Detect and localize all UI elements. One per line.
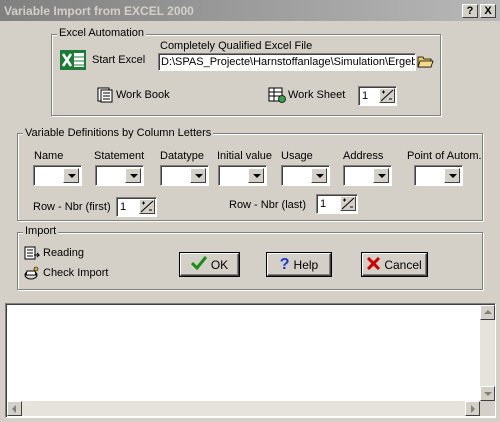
workbook-label[interactable]: Work Book	[116, 89, 170, 101]
chevron-down-icon[interactable]	[373, 168, 389, 183]
worksheet-spinner[interactable]: 1	[358, 86, 397, 106]
reading-icon[interactable]	[24, 246, 41, 261]
row-last-label: Row - Nbr (last)	[229, 199, 307, 211]
spin-up-down-icon[interactable]	[139, 199, 155, 214]
excel-icon[interactable]	[60, 50, 86, 70]
column-label-usage: Usage	[281, 150, 313, 162]
row-first-label: Row - Nbr (first)	[33, 201, 111, 213]
excel-automation-label: Excel Automation	[57, 27, 146, 39]
column-label-datatype: Datatype	[160, 150, 205, 162]
column-label-point-of-autom: Point of Autom.	[407, 150, 482, 162]
scroll-left-icon[interactable]	[7, 401, 22, 416]
usage-column-select[interactable]	[281, 165, 330, 186]
x-icon	[367, 256, 381, 273]
cancel-button[interactable]: Cancel	[362, 253, 427, 276]
question-mark-icon: ?	[279, 255, 290, 273]
file-path-value: D:\SPAS_Projecte\Harnstoffanlage\Simulat…	[161, 56, 415, 68]
chevron-down-icon[interactable]	[248, 168, 264, 183]
title-close-button[interactable]: X	[480, 4, 496, 18]
row-first-spinner[interactable]: 1	[116, 197, 157, 217]
worksheet-icon[interactable]	[268, 86, 286, 104]
horizontal-scrollbar[interactable]	[7, 401, 480, 416]
scroll-up-icon[interactable]	[480, 305, 495, 320]
help-button[interactable]: ? Help	[267, 253, 331, 276]
worksheet-value: 1	[362, 90, 369, 102]
checkmark-icon	[190, 256, 207, 273]
row-first-value: 1	[120, 201, 127, 213]
variable-definitions-label: Variable Definitions by Column Letters	[23, 127, 214, 139]
scroll-down-icon[interactable]	[480, 386, 495, 401]
ok-button-label: OK	[210, 257, 229, 272]
import-label: Import	[23, 225, 59, 237]
statement-column-select[interactable]	[95, 165, 144, 186]
chevron-down-icon[interactable]	[190, 168, 206, 183]
column-label-address: Address	[343, 150, 384, 162]
start-excel-label[interactable]: Start Excel	[92, 54, 145, 66]
point-of-autom-column-select[interactable]	[414, 165, 463, 186]
reading-label[interactable]: Reading	[43, 247, 84, 259]
chevron-down-icon[interactable]	[444, 168, 460, 183]
scrollbar-corner	[480, 401, 495, 416]
scroll-right-icon[interactable]	[465, 401, 480, 416]
name-column-select[interactable]	[33, 165, 82, 186]
column-label-statement: Statement	[94, 150, 145, 162]
check-import-label[interactable]: Check Import	[43, 267, 108, 279]
ok-button[interactable]: OK	[180, 253, 239, 276]
column-label-name: Name	[34, 150, 64, 162]
cancel-button-label: Cancel	[384, 257, 422, 272]
chevron-down-icon[interactable]	[63, 168, 79, 183]
file-path-label: Completely Qualified Excel File	[160, 40, 313, 52]
file-path-input[interactable]: D:\SPAS_Projecte\Harnstoffanlage\Simulat…	[158, 53, 416, 71]
window-title: Variable Import from EXCEL 2000	[4, 4, 194, 18]
row-last-value: 1	[320, 198, 327, 210]
initial-value-column-select[interactable]	[218, 165, 267, 186]
worksheet-label[interactable]: Work Sheet	[288, 89, 345, 101]
spin-up-down-icon[interactable]	[379, 88, 395, 103]
chevron-down-icon[interactable]	[125, 168, 141, 183]
row-last-spinner[interactable]: 1	[316, 194, 358, 214]
chevron-down-icon[interactable]	[311, 168, 327, 183]
open-folder-icon[interactable]	[417, 54, 434, 69]
workbook-icon[interactable]	[97, 87, 113, 103]
title-help-button[interactable]: ?	[462, 4, 478, 18]
column-label-initial-value: Initial value	[217, 150, 273, 162]
spin-up-down-icon[interactable]	[340, 196, 356, 211]
help-button-label: Help	[293, 257, 319, 272]
address-column-select[interactable]	[343, 165, 392, 186]
check-import-icon[interactable]	[24, 266, 40, 281]
datatype-column-select[interactable]	[160, 165, 209, 186]
